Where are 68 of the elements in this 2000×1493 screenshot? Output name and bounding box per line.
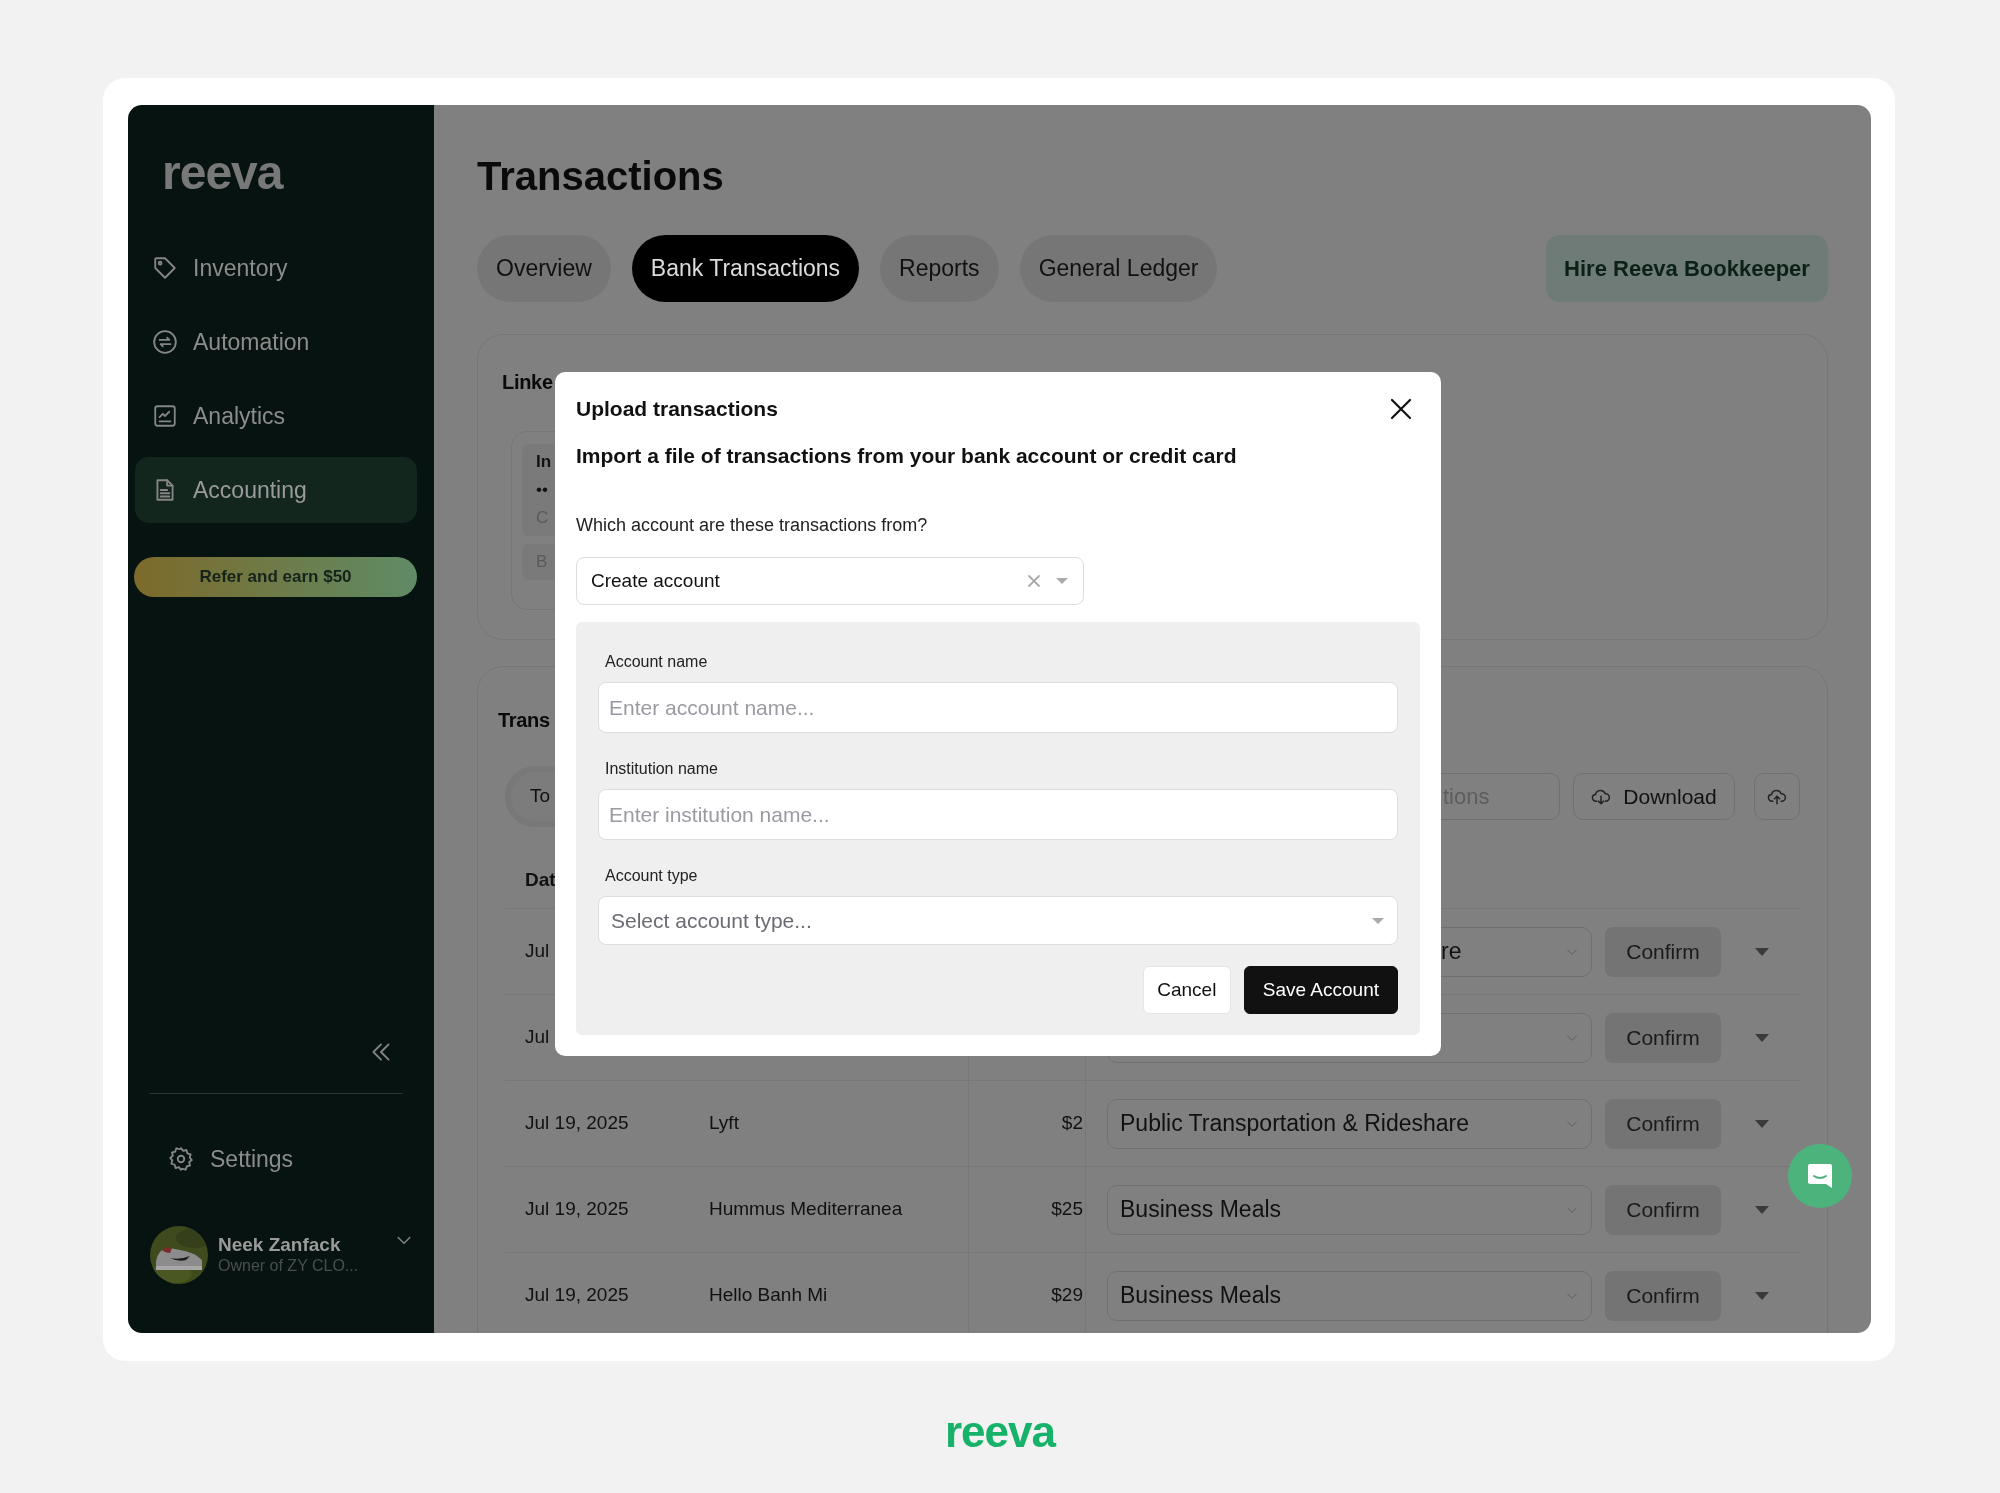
confirm-button[interactable]: Confirm [1605,926,1721,977]
download-button[interactable]: Download [1573,773,1735,820]
upload-button[interactable] [1754,773,1800,820]
date-cell-text: Jul 19, 2025 [525,1111,629,1136]
confirm-button[interactable]: Confirm [1605,1098,1721,1149]
confirm-button[interactable]: Confirm [1605,1270,1721,1321]
category-select[interactable]: Business Meals [1107,1184,1592,1235]
field-label: Institution name [604,759,719,779]
hire-bookkeeper-button[interactable]: Hire Reeva Bookkeeper [1546,235,1828,302]
save-button[interactable]: Save Account [1243,966,1398,1014]
description-cell-text: Lyft [709,1111,739,1136]
column-header: Dat [525,868,556,893]
dialog-title: Upload transactions [576,396,778,422]
date-cell-text: Jul [525,939,550,964]
refer-button[interactable]: Refer and earn $50 [134,557,417,597]
settings-item[interactable]: Settings [168,1144,434,1174]
input-field[interactable]: Enter institution name... [598,789,1398,840]
clear-icon[interactable] [1027,574,1041,588]
sidebar-item[interactable]: Automation [135,309,417,375]
confirm-button[interactable]: Confirm [1605,1012,1721,1063]
tag-icon [152,255,178,281]
input-field[interactable]: Enter account name... [598,682,1398,733]
sidebar-item[interactable]: Accounting [135,457,417,523]
close-icon[interactable] [1390,398,1412,420]
field-label: Account type [604,866,699,886]
category-select[interactable]: Public Transportation & Rideshare [1107,1098,1592,1149]
amount-cell-text: $29 [1051,1283,1083,1308]
account-text: •• [536,479,548,501]
confirm-button[interactable]: Confirm [1605,1184,1721,1235]
dropdown-caret-icon[interactable] [1754,946,1770,957]
sidebar-item[interactable]: Analytics [135,383,417,449]
dropdown-caret-icon[interactable] [1754,1290,1770,1301]
amount-cell-text: $25 [1051,1197,1083,1222]
user-name: Neek Zanfack [218,1234,342,1256]
sidebar-item[interactable]: Inventory [135,235,417,301]
page-title: Transactions [477,153,725,200]
cancel-button[interactable]: Cancel [1142,966,1231,1014]
date-cell-text: Jul [525,1025,550,1050]
tab[interactable]: Reports [880,235,999,302]
card-title: Trans [498,708,550,733]
tab[interactable]: General Ledger [1019,235,1218,302]
dropdown-caret-icon[interactable] [1754,1204,1770,1215]
date-cell-text: Jul 19, 2025 [525,1283,629,1308]
dropdown-caret-icon[interactable] [1055,577,1069,585]
amount-cell-text: $2 [1061,1111,1083,1136]
description-cell-text: Hummus Mediterranea [709,1197,903,1222]
dropdown-caret-icon[interactable] [1754,1118,1770,1129]
field-label: Account name [604,652,709,672]
description-cell-text: Hello Banh Mi [709,1283,828,1308]
chat-icon [1805,1161,1835,1191]
cycle-arrows-icon [152,329,178,355]
footer-logo: reeva [944,1407,1057,1457]
field-label: Which account are these transactions from? [576,514,929,536]
dialog-subtitle: Import a file of transactions from your bank account or credit card [576,443,1238,469]
tab[interactable]: Bank Transactions [631,235,860,302]
category-select[interactable]: Business Meals [1107,1270,1592,1321]
tab[interactable]: Overview [477,235,611,302]
dropdown-caret-icon[interactable] [1754,1032,1770,1043]
chart-icon [152,403,178,429]
date-cell-text: Jul 19, 2025 [525,1197,629,1222]
card-title: Linke [502,370,553,395]
user-subtitle: Owner of ZY CLO... [218,1256,359,1276]
dropdown-caret-icon [1371,916,1385,925]
account-select[interactable]: Create account [576,557,1084,605]
logo: reeva [162,145,283,200]
account-type-select[interactable]: Select account type... [598,896,1398,945]
settings-icon [168,1146,194,1172]
account-text: In [536,451,552,473]
